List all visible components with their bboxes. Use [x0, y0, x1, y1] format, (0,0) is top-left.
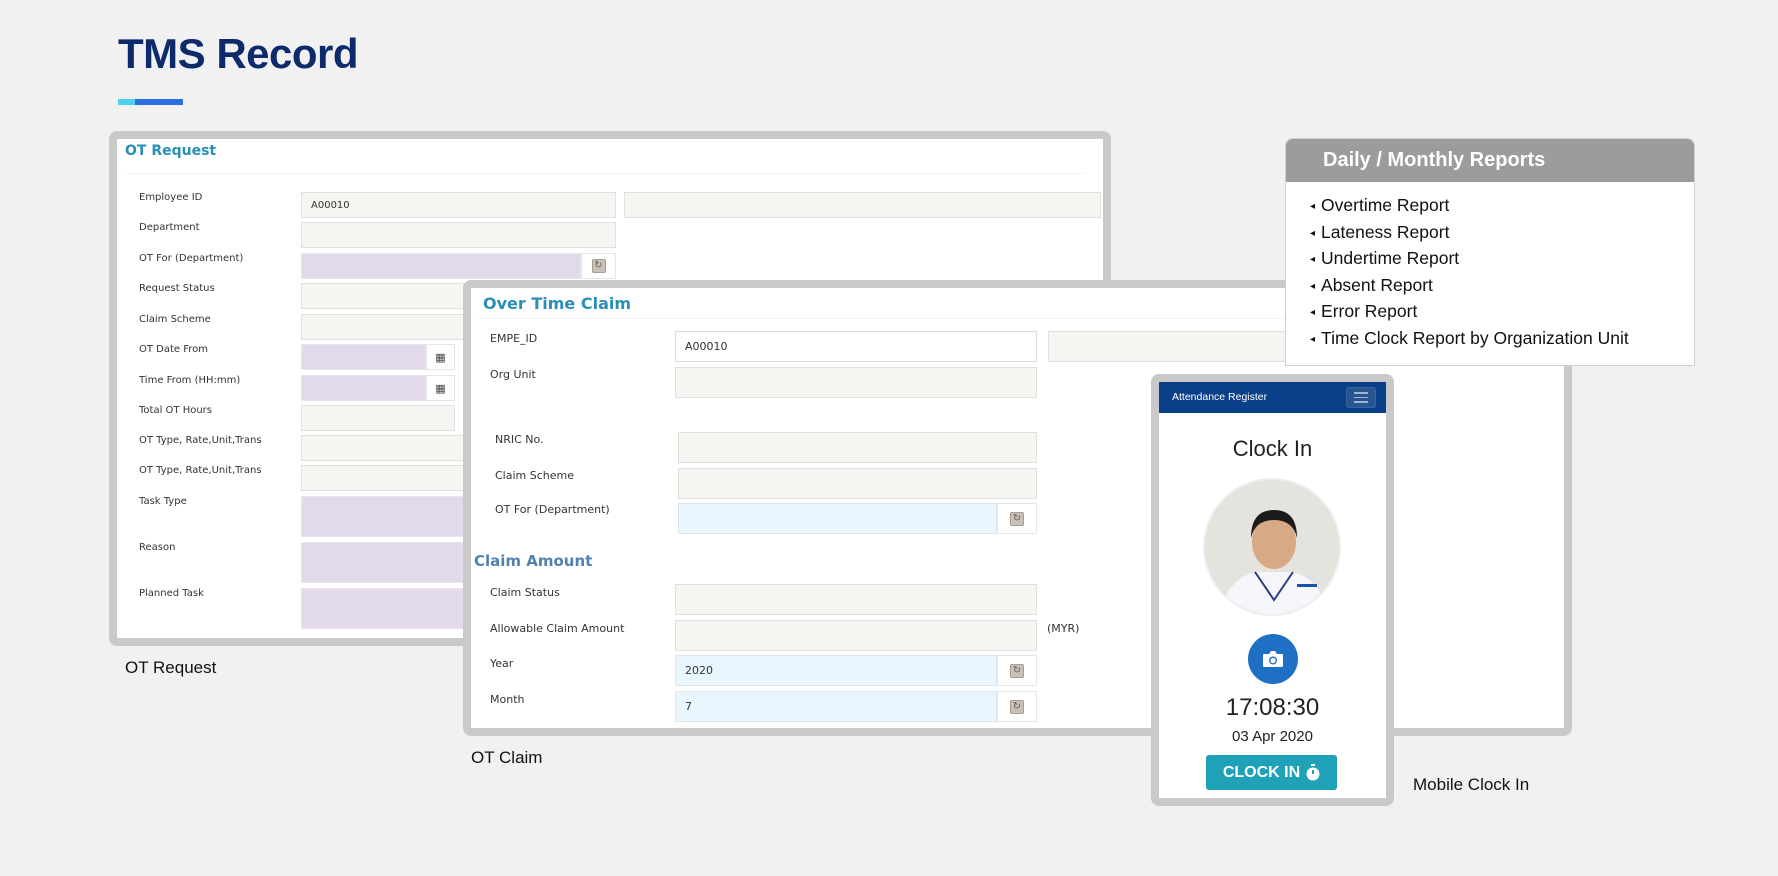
- field-label: Claim Scheme: [139, 314, 211, 325]
- calendar-icon: ▦: [435, 381, 446, 395]
- calendar-icon: ▦: [435, 350, 446, 364]
- department-input[interactable]: [301, 222, 616, 248]
- month-input[interactable]: 7: [675, 691, 997, 722]
- ot-request-caption: OT Request: [125, 658, 217, 677]
- bullet-triangle-icon: ◂: [1310, 333, 1316, 345]
- field-label: OT For (Department): [495, 503, 610, 516]
- mobile-clock-in-screen: Attendance Register Clock In 17:08:30 03…: [1151, 374, 1394, 806]
- ot-for-department-lookup-button[interactable]: ↻: [997, 503, 1037, 534]
- claim-status-input[interactable]: [675, 584, 1037, 615]
- field-label: Claim Scheme: [495, 469, 574, 482]
- field-label: OT Date From: [139, 344, 209, 355]
- field-label: Task Type: [139, 496, 187, 507]
- claim-amount-title: Claim Amount: [474, 552, 593, 570]
- navbar-title: Attendance Register: [1172, 391, 1268, 403]
- report-item-undertime[interactable]: ◂ Undertime Report: [1310, 245, 1694, 272]
- refresh-icon: ↻: [591, 259, 606, 273]
- field-label: Request Status: [139, 283, 215, 294]
- field-label: OT For (Department): [139, 253, 244, 264]
- camera-icon: [1263, 651, 1283, 667]
- year-input[interactable]: 2020: [675, 655, 997, 686]
- total-ot-hours-input[interactable]: [301, 405, 455, 431]
- refresh-icon: ↻: [1010, 511, 1024, 526]
- clock-in-heading: Clock In: [1232, 436, 1313, 461]
- field-label: Total OT Hours: [139, 405, 212, 416]
- employee-id-input[interactable]: A00010: [301, 192, 616, 218]
- ot-request-title: OT Request: [125, 143, 217, 159]
- nric-input[interactable]: [678, 432, 1037, 463]
- refresh-icon: ↻: [1010, 699, 1024, 714]
- field-label: Year: [490, 657, 514, 670]
- ot-for-department-lookup-button[interactable]: ↻: [581, 253, 616, 279]
- report-item-error[interactable]: ◂ Error Report: [1310, 298, 1694, 325]
- camera-button[interactable]: [1248, 634, 1298, 684]
- time-picker-button[interactable]: ▦: [426, 375, 455, 401]
- reports-box: Daily / Monthly Reports ◂ Overtime Report…: [1285, 138, 1695, 366]
- field-label: Claim Status: [490, 586, 560, 599]
- employee-name-input[interactable]: [624, 192, 1101, 218]
- bullet-triangle-icon: ◂: [1310, 280, 1316, 292]
- bullet-triangle-icon: ◂: [1310, 307, 1316, 318]
- field-label: Time From (HH:mm): [139, 375, 241, 386]
- ot-date-picker-button[interactable]: ▦: [426, 344, 455, 370]
- bullet-triangle-icon: ◂: [1310, 201, 1316, 212]
- bullet-triangle-icon: ◂: [1310, 254, 1316, 265]
- report-item-time-clock-org-unit[interactable]: ◂ Time Clock Report by Organization Unit: [1310, 325, 1694, 352]
- reports-list: ◂ Overtime Report ◂ Lateness Report ◂ Under…: [1286, 182, 1694, 351]
- ot-for-department-input[interactable]: [301, 253, 581, 279]
- hamburger-menu-icon[interactable]: [1346, 387, 1376, 408]
- report-item-overtime[interactable]: ◂ Overtime Report: [1310, 192, 1694, 219]
- allowable-claim-amount-input[interactable]: [675, 620, 1037, 651]
- month-lookup-button[interactable]: ↻: [997, 691, 1037, 722]
- user-photo-avatar: [1203, 478, 1341, 616]
- page-title: TMS Record: [118, 30, 359, 77]
- field-label: OT Type, Rate,Unit,Trans: [139, 435, 262, 446]
- ot-claim-caption: OT Claim: [471, 748, 543, 767]
- org-unit-input[interactable]: [675, 367, 1037, 398]
- current-date: 03 Apr 2020: [1232, 728, 1313, 745]
- field-label: OT Type, Rate,Unit,Trans: [139, 465, 262, 476]
- field-label: NRIC No.: [495, 433, 544, 446]
- stopwatch-icon: [1306, 764, 1320, 781]
- field-label: Org Unit: [490, 368, 536, 381]
- reports-title: Daily / Monthly Reports: [1286, 139, 1694, 182]
- empe-id-input[interactable]: A00010: [675, 331, 1037, 362]
- clock-in-button[interactable]: CLOCK IN: [1206, 755, 1337, 790]
- bullet-triangle-icon: ◂: [1310, 227, 1316, 239]
- field-label: Planned Task: [139, 588, 204, 599]
- time-from-input[interactable]: [301, 375, 426, 401]
- ot-claim-title: Over Time Claim: [483, 294, 632, 313]
- field-label: Department: [139, 222, 200, 233]
- field-label: EMPE_ID: [490, 332, 538, 345]
- title-underline: [118, 99, 183, 105]
- ot-date-from-input[interactable]: [301, 344, 426, 370]
- report-item-lateness[interactable]: ◂ Lateness Report: [1310, 219, 1694, 246]
- claim-scheme-input[interactable]: [678, 468, 1037, 499]
- currency-unit: (MYR): [1047, 622, 1080, 635]
- report-item-absent[interactable]: ◂ Absent Report: [1310, 272, 1694, 299]
- field-label: Allowable Claim Amount: [490, 622, 625, 635]
- field-label: Employee ID: [139, 192, 203, 203]
- current-time: 17:08:30: [1225, 694, 1320, 721]
- field-label: Month: [490, 693, 525, 706]
- year-lookup-button[interactable]: ↻: [997, 655, 1037, 686]
- ot-for-department-input[interactable]: [678, 503, 997, 534]
- field-label: Reason: [139, 542, 176, 553]
- mobile-caption: Mobile Clock In: [1413, 775, 1530, 794]
- mobile-navbar: Attendance Register: [1159, 382, 1386, 413]
- refresh-icon: ↻: [1010, 663, 1024, 678]
